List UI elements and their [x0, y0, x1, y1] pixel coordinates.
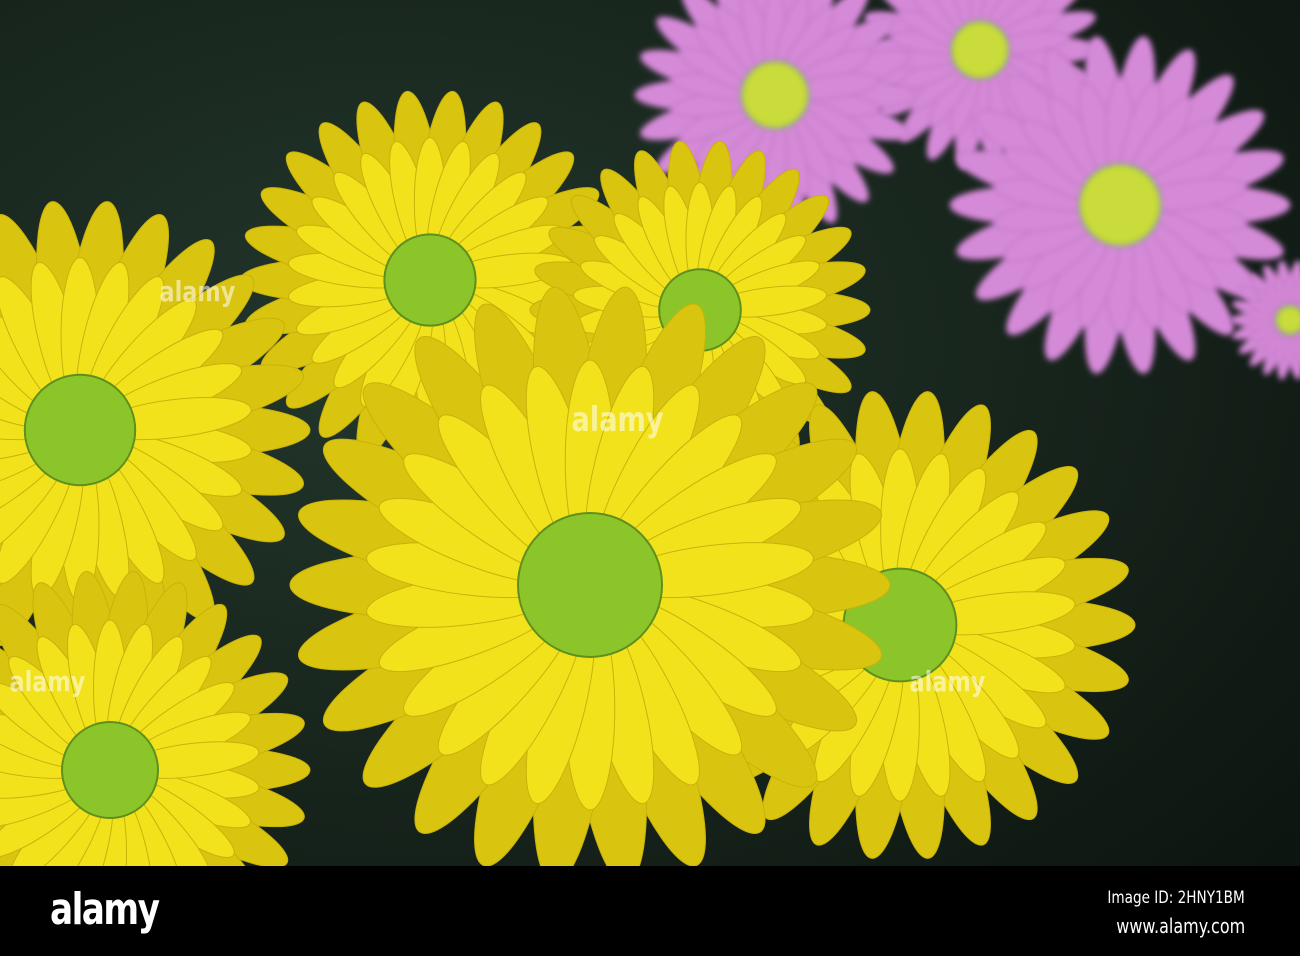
flower-center	[23, 373, 137, 487]
flower-center	[1274, 304, 1300, 336]
footer-bar: alamy Image ID: 2HNY1BM www.alamy.com	[0, 866, 1300, 956]
flower-center	[1078, 163, 1162, 247]
flower-center	[383, 233, 477, 327]
watermark: alamy	[9, 665, 86, 698]
flower-center	[517, 512, 663, 658]
flower-center	[950, 20, 1010, 80]
flower-center	[61, 721, 159, 819]
image-id: Image ID: 2HNY1BM	[1107, 888, 1245, 908]
flower-center	[740, 60, 810, 130]
watermark: alamy	[909, 665, 986, 698]
stock-photo: alamy alamy alamy alamy alamy Image ID: …	[0, 0, 1300, 956]
alamy-logo: alamy	[50, 884, 160, 935]
watermark: alamy	[571, 400, 664, 440]
watermark: alamy	[159, 275, 236, 308]
website-link: www.alamy.com	[1116, 914, 1245, 938]
